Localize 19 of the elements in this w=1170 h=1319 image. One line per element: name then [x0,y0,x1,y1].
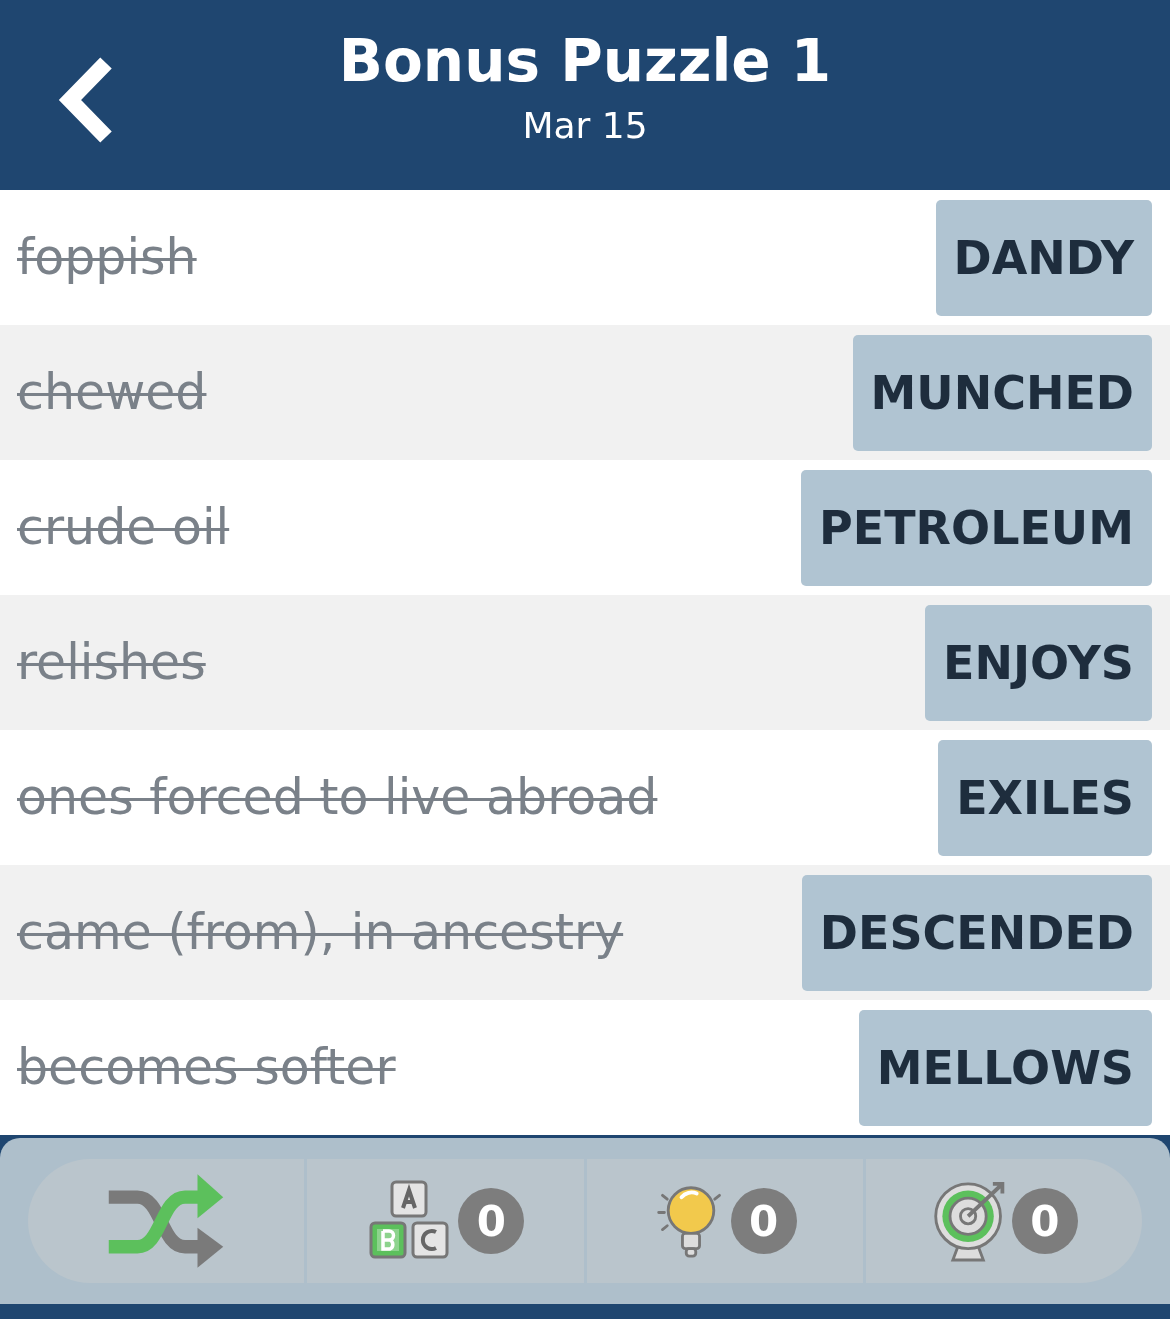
answer-tile[interactable]: DESCENDED [801,874,1152,991]
answer-tile[interactable]: MUNCHED [852,334,1152,451]
clue-text: becomes softer [17,1039,396,1096]
puzzle-date: Mar 15 [522,104,648,146]
clue-text: came (from), in ancestry [17,904,624,961]
count-badge: 0 [1011,1188,1078,1254]
count-badge: 0 [458,1188,525,1254]
clue-text: foppish [17,229,197,286]
answer-tile[interactable]: ENJOYS [925,604,1152,721]
clue-text: chewed [17,364,207,421]
answer-tile[interactable]: MELLOWS [858,1009,1152,1126]
clue-text: relishes [17,634,206,691]
answer-tile[interactable]: EXILES [938,739,1152,856]
answer-tile[interactable]: PETROLEUM [801,469,1152,586]
count-badge: 0 [730,1188,797,1254]
puzzle-title: Bonus Puzzle 1 [338,26,832,95]
clue-text: ones forced to live abroad [17,769,658,826]
answer-tile[interactable]: DANDY [935,199,1152,316]
clue-text: crude oil [17,499,230,556]
